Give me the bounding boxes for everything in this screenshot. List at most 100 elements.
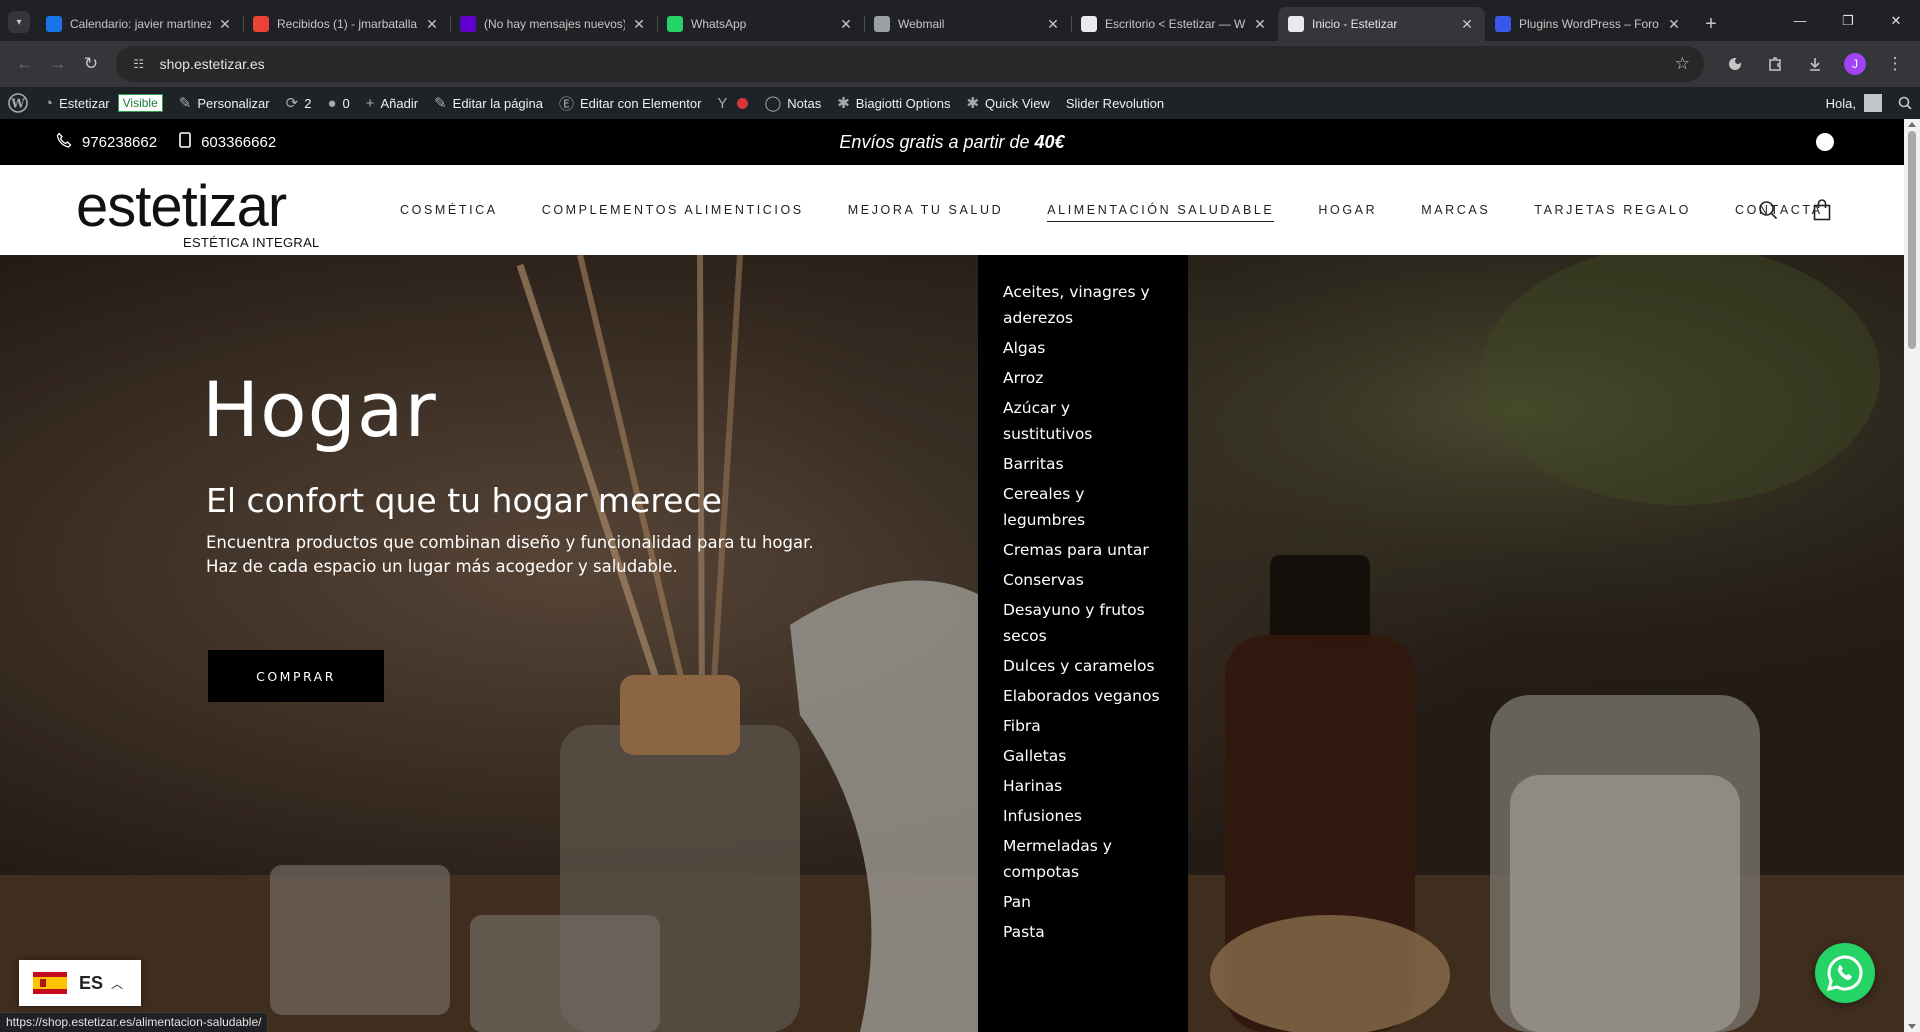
ab-quick-view[interactable]: ✱ Quick View: [958, 87, 1057, 119]
dropdown-menu-item[interactable]: Pasta: [978, 919, 1188, 945]
nav-item[interactable]: MARCAS: [1421, 199, 1490, 221]
gear-icon: ✱: [837, 95, 850, 112]
close-window-button[interactable]: ✕: [1872, 0, 1920, 41]
dropdown-menu-item[interactable]: Galletas: [978, 743, 1188, 769]
shop-now-button[interactable]: COMPRAR: [208, 650, 384, 702]
user-avatar: [1864, 94, 1882, 112]
dropdown-menu-item[interactable]: Elaborados veganos: [978, 683, 1188, 709]
shopping-bag-icon[interactable]: [1810, 198, 1834, 222]
browser-tab[interactable]: Escritorio < Estetizar — W ✕: [1071, 7, 1278, 41]
profile-avatar[interactable]: J: [1844, 53, 1867, 75]
nav-item[interactable]: ALIMENTACIÓN SALUDABLE: [1047, 199, 1275, 222]
ab-slider-revolution[interactable]: Slider Revolution: [1058, 87, 1172, 119]
browser-tab[interactable]: WhatsApp ✕: [657, 7, 864, 41]
dropdown-menu-item[interactable]: Azúcar y sustitutivos: [978, 395, 1188, 447]
forward-button[interactable]: →: [41, 47, 74, 81]
minimize-button[interactable]: —: [1776, 0, 1824, 41]
customize-label: Personalizar: [197, 95, 270, 111]
close-tab-icon[interactable]: ✕: [1666, 16, 1682, 33]
nav-item[interactable]: TARJETAS REGALO: [1534, 199, 1691, 221]
back-button[interactable]: ←: [8, 47, 41, 81]
close-tab-icon[interactable]: ✕: [424, 16, 440, 33]
nav-item[interactable]: COSMÉTICA: [400, 199, 498, 221]
spain-flag-icon: [33, 972, 67, 994]
bookmark-star-icon[interactable]: ☆: [1675, 54, 1690, 74]
restore-button[interactable]: ❐: [1824, 0, 1872, 41]
address-url[interactable]: shop.estetizar.es: [160, 56, 1675, 72]
language-switcher[interactable]: ES ︿: [19, 960, 141, 1006]
tab-title: Escritorio < Estetizar — W: [1105, 17, 1246, 31]
close-tab-icon[interactable]: ✕: [1459, 16, 1475, 33]
account-icon[interactable]: [1816, 133, 1834, 151]
dropdown-menu-item[interactable]: Arroz: [978, 365, 1188, 391]
ab-comments[interactable]: ● 0: [319, 87, 357, 119]
dropdown-menu-item[interactable]: Harinas: [978, 773, 1188, 799]
scroll-down-arrow[interactable]: [1908, 1024, 1916, 1029]
dropdown-menu-item[interactable]: Cremas para untar: [978, 537, 1188, 563]
ab-biagiotti[interactable]: ✱ Biagiotti Options: [829, 87, 958, 119]
edit-page-label: Editar la página: [452, 95, 543, 111]
extensions-puzzle-icon[interactable]: [1758, 47, 1792, 81]
nav-item[interactable]: COMPLEMENTOS ALIMENTICIOS: [542, 199, 804, 221]
ab-edit-elementor[interactable]: Ⓔ Editar con Elementor: [551, 87, 709, 119]
dropdown-menu-item[interactable]: Mermeladas y compotas: [978, 833, 1188, 885]
svg-text:W: W: [10, 97, 25, 111]
search-icon[interactable]: [1756, 198, 1780, 222]
site-logo[interactable]: estetizar ESTÉTICA INTEGRAL: [76, 171, 336, 251]
dropdown-menu-item[interactable]: Pan: [978, 889, 1188, 915]
scroll-thumb[interactable]: [1908, 131, 1916, 349]
phone-icon: [56, 132, 72, 152]
ab-yoast[interactable]: Y: [709, 87, 756, 119]
browser-tab[interactable]: Webmail ✕: [864, 7, 1071, 41]
close-tab-icon[interactable]: ✕: [1252, 16, 1268, 33]
dropdown-menu-item[interactable]: Desayuno y frutos secos: [978, 597, 1188, 649]
dropdown-menu-item[interactable]: Conservas: [978, 567, 1188, 593]
ab-edit-page[interactable]: ✎ Editar la página: [426, 87, 551, 119]
ab-site-name[interactable]: ◔ Estetizar Visible: [36, 87, 171, 119]
wp-logo-icon[interactable]: W: [0, 87, 36, 119]
browser-tab[interactable]: (No hay mensajes nuevos) ✕: [450, 7, 657, 41]
site-top-bar: Envíos gratis a partir de 40€ 976238662 …: [0, 119, 1904, 165]
browser-tab[interactable]: Calendario: javier martinez ✕: [36, 7, 243, 41]
whatsapp-chat-button[interactable]: [1815, 943, 1875, 1003]
dropdown-menu-item[interactable]: Algas: [978, 335, 1188, 361]
ab-updates[interactable]: ⟳ 2: [278, 87, 320, 119]
site-info-icon[interactable]: ☷: [130, 55, 148, 73]
browser-tab[interactable]: Inicio - Estetizar ✕: [1278, 7, 1485, 41]
nav-item[interactable]: MEJORA TU SALUD: [848, 199, 1003, 221]
close-tab-icon[interactable]: ✕: [217, 16, 233, 33]
dropdown-menu-item[interactable]: Aceites, vinagres y aderezos: [978, 279, 1188, 331]
gmail-icon: [253, 16, 269, 32]
hero-description-line-2: Haz de cada espacio un lugar más acogedo…: [206, 557, 678, 576]
chrome-menu-icon[interactable]: ⋮: [1878, 47, 1912, 81]
browser-tab[interactable]: Plugins WordPress – Foro ✕: [1485, 7, 1692, 41]
downloads-icon[interactable]: [1798, 47, 1832, 81]
browser-tab[interactable]: Recibidos (1) - jmarbatalla ✕: [243, 7, 450, 41]
dropdown-menu-item[interactable]: Infusiones: [978, 803, 1188, 829]
dropdown-menu-item[interactable]: Cereales y legumbres: [978, 481, 1188, 533]
ab-search-icon[interactable]: [1890, 87, 1920, 119]
site-header: estetizar ESTÉTICA INTEGRAL COSMÉTICA COM…: [0, 165, 1904, 255]
close-tab-icon[interactable]: ✕: [1045, 16, 1061, 33]
dropdown-menu-item[interactable]: Dulces y caramelos: [978, 653, 1188, 679]
tab-search-button[interactable]: ▾: [8, 11, 30, 33]
close-tab-icon[interactable]: ✕: [631, 16, 647, 33]
page-scrollbar[interactable]: [1904, 119, 1920, 1032]
add-new-label: Añadir: [380, 95, 419, 111]
hero-description: Encuentra productos que combinan diseño …: [206, 531, 814, 579]
phone-mobile[interactable]: 603366662: [179, 132, 276, 152]
new-tab-button[interactable]: +: [1696, 9, 1726, 39]
phone-landline[interactable]: 976238662: [56, 132, 157, 152]
close-tab-icon[interactable]: ✕: [838, 16, 854, 33]
dropdown-menu-item[interactable]: Fibra: [978, 713, 1188, 739]
ab-add-new[interactable]: + Añadir: [358, 87, 426, 119]
dropdown-menu-item[interactable]: Barritas: [978, 451, 1188, 477]
ab-notes[interactable]: ◯ Notas: [756, 87, 829, 119]
reload-button[interactable]: ↻: [74, 47, 107, 81]
scroll-up-arrow[interactable]: [1908, 122, 1916, 127]
nav-item[interactable]: HOGAR: [1318, 199, 1377, 221]
ab-my-account[interactable]: Hola,: [1818, 87, 1890, 119]
ab-customize[interactable]: ✎ Personalizar: [171, 87, 278, 119]
extension-icon[interactable]: [1718, 47, 1752, 81]
address-bar[interactable]: ☷ shop.estetizar.es ☆: [115, 46, 1705, 82]
